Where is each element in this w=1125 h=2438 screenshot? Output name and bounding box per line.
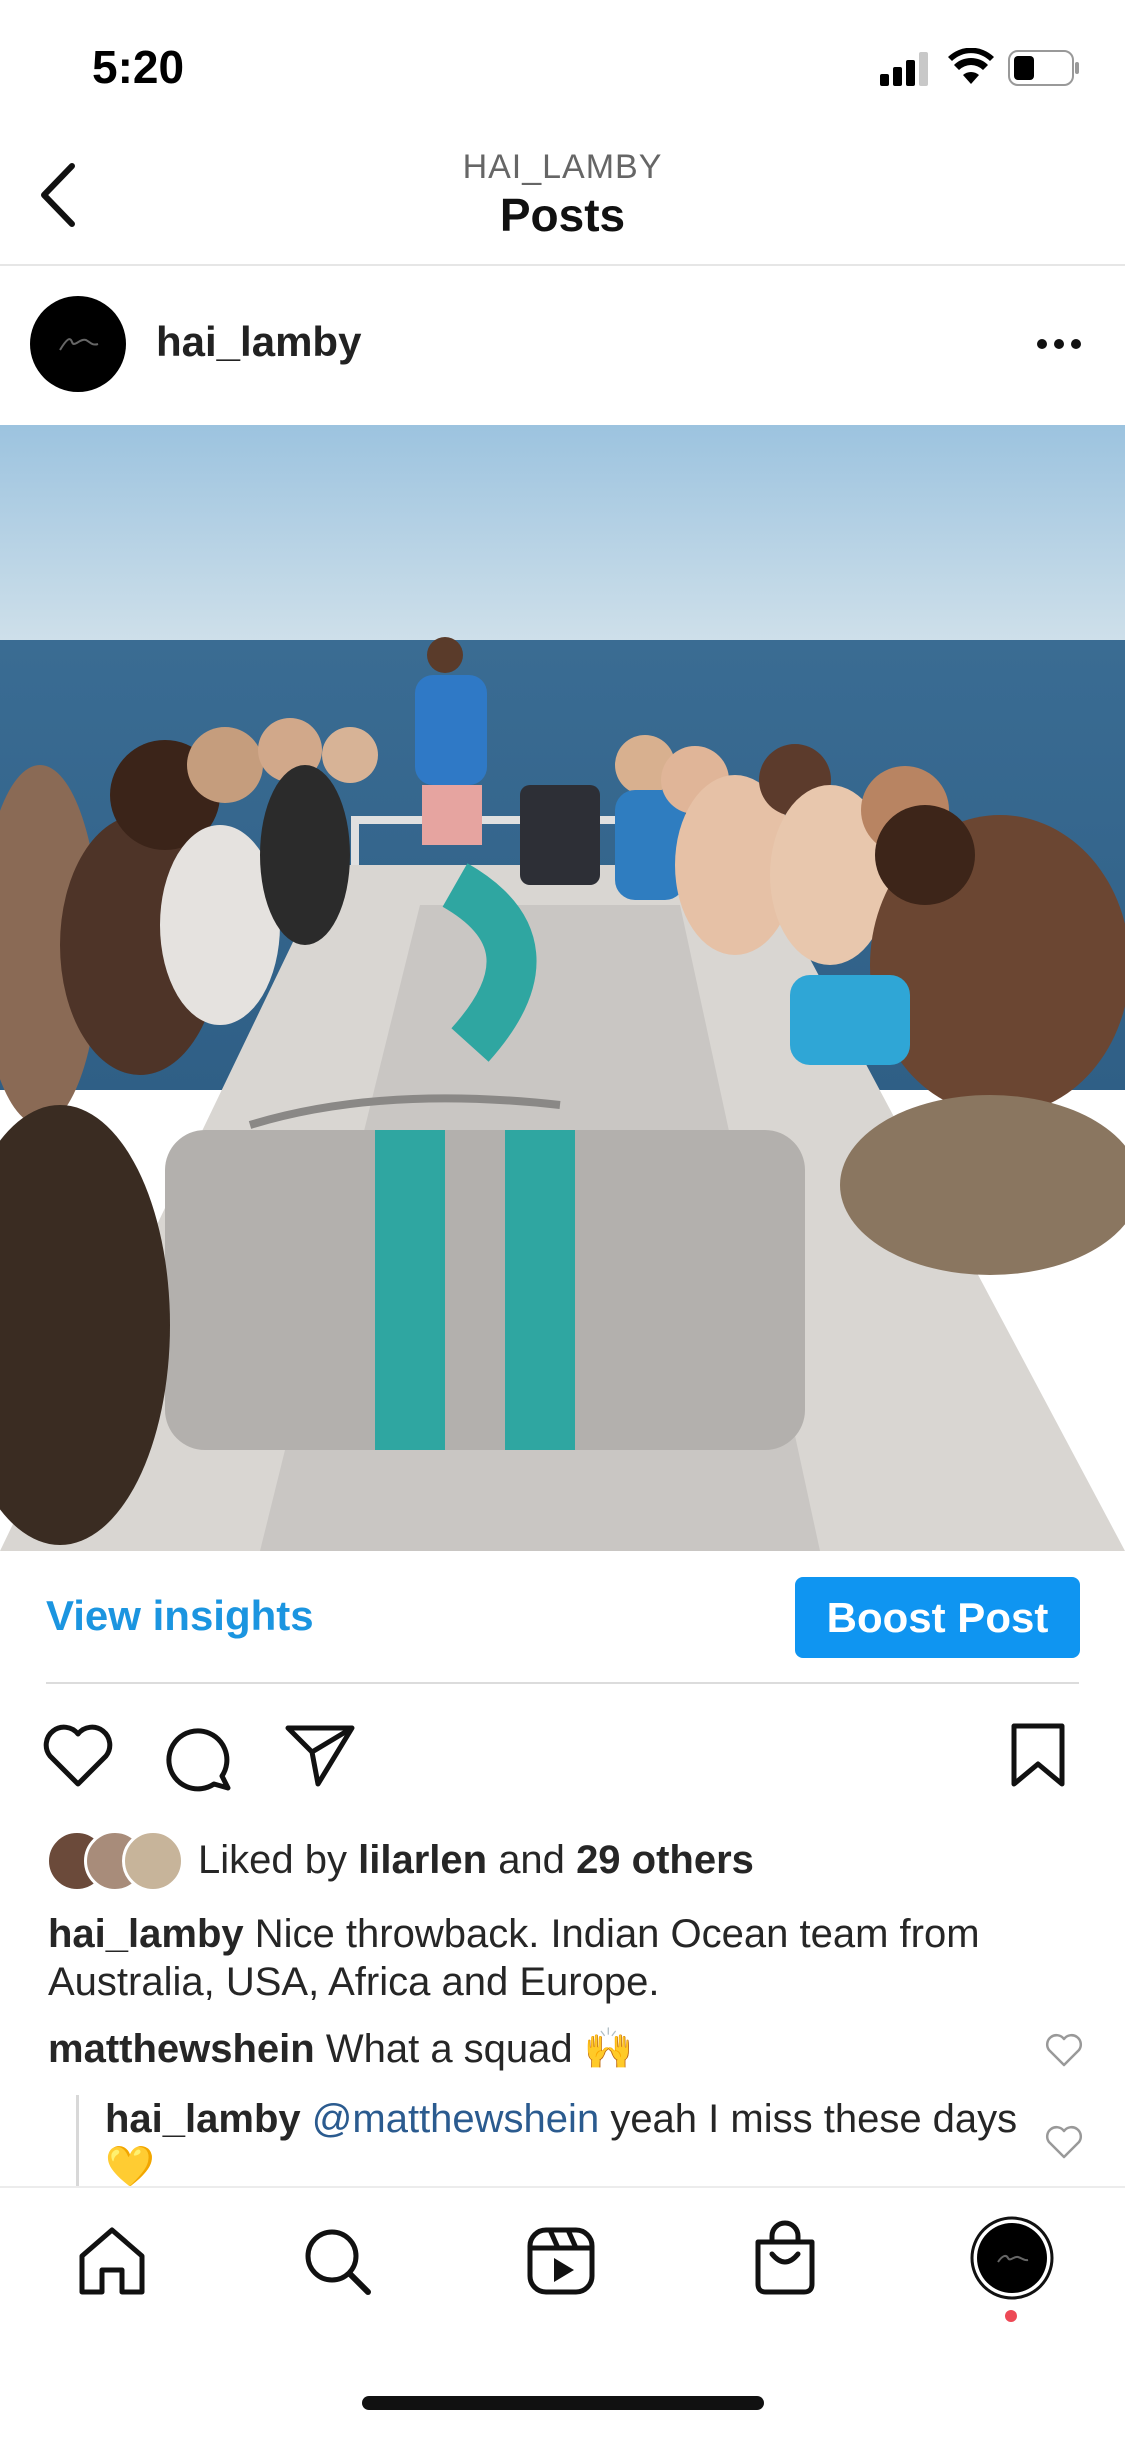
page-header: HAI_LAMBY Posts xyxy=(0,130,1125,266)
signal-icon xyxy=(880,52,932,86)
post-caption: hai_lamby Nice throwback. Indian Ocean t… xyxy=(48,1910,1078,2006)
divider xyxy=(46,1682,1079,1684)
bookmark-icon[interactable] xyxy=(1010,1722,1066,1788)
notification-dot xyxy=(1005,2310,1017,2322)
status-time: 5:20 xyxy=(92,41,185,93)
reply-mention[interactable]: @matthewshein xyxy=(312,2097,599,2141)
post-username[interactable]: hai_lamby xyxy=(156,318,361,366)
reply-comment: hai_lamby @matthewshein yeah I miss thes… xyxy=(105,2095,1025,2191)
likes-summary[interactable]: Liked by lilarlen and 29 others xyxy=(198,1838,754,1883)
page-title: Posts xyxy=(499,189,626,241)
liked-by-user[interactable]: lilarlen xyxy=(358,1838,487,1882)
comment: matthewshein What a squad 🙌 xyxy=(48,2025,1028,2073)
boost-post-button[interactable]: Boost Post xyxy=(795,1577,1080,1658)
comment-text: What a squad 🙌 xyxy=(325,2027,634,2071)
header-account-name: HAI_LAMBY xyxy=(462,148,663,186)
comment-like-heart-icon[interactable] xyxy=(1044,2032,1084,2068)
share-icon[interactable] xyxy=(284,1722,356,1788)
avatar[interactable] xyxy=(30,296,126,392)
home-icon[interactable] xyxy=(76,2226,148,2296)
reply-thread-line xyxy=(76,2095,79,2187)
shop-icon[interactable] xyxy=(752,2220,818,2296)
likes-middle: and xyxy=(498,1838,565,1882)
home-indicator xyxy=(362,2396,764,2410)
reply-like-heart-icon[interactable] xyxy=(1044,2124,1084,2160)
likes-others[interactable]: 29 others xyxy=(576,1838,754,1882)
back-icon[interactable] xyxy=(36,160,80,230)
reels-icon[interactable] xyxy=(526,2226,596,2296)
profile-icon[interactable] xyxy=(970,2216,1054,2300)
comment-icon[interactable] xyxy=(164,1722,234,1792)
post-photo[interactable] xyxy=(0,425,1125,1551)
avatar xyxy=(122,1830,184,1892)
battery-icon xyxy=(1008,50,1080,86)
wifi-icon xyxy=(948,47,994,86)
heart-icon[interactable] xyxy=(42,1722,114,1788)
comment-username[interactable]: matthewshein xyxy=(48,2027,315,2071)
view-insights-link[interactable]: View insights xyxy=(46,1592,314,1640)
more-icon[interactable] xyxy=(1034,336,1084,352)
reply-username[interactable]: hai_lamby xyxy=(105,2097,301,2141)
likes-prefix: Liked by xyxy=(198,1838,347,1882)
liked-by-avatars[interactable] xyxy=(46,1830,186,1892)
caption-username[interactable]: hai_lamby xyxy=(48,1912,244,1956)
search-icon[interactable] xyxy=(300,2224,374,2298)
